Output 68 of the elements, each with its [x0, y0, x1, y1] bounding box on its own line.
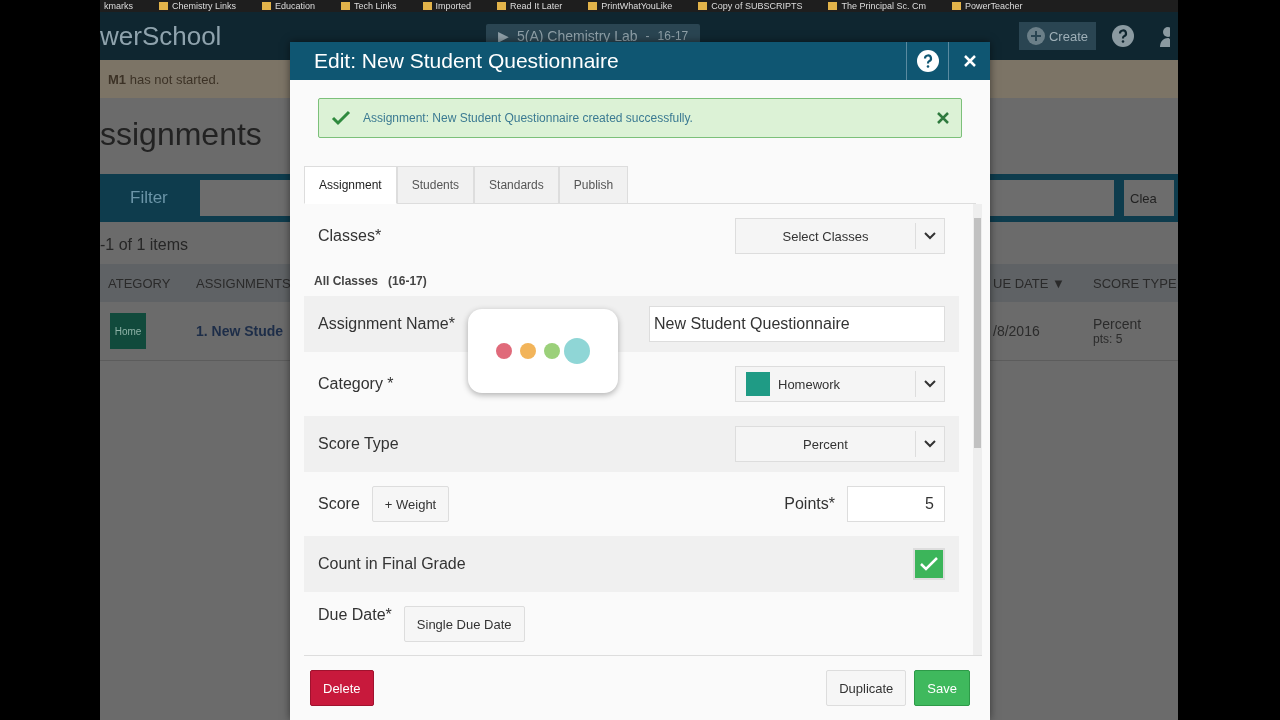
checkbox[interactable] [913, 548, 945, 580]
checkmark-icon [920, 557, 938, 571]
points-label: Points* [784, 495, 835, 513]
field-label: Due Date* [318, 606, 392, 624]
app-brand: werSchool [100, 20, 223, 52]
field-label: Assignment Name* [318, 315, 455, 333]
due-date: /8/2016 [993, 323, 1041, 339]
bookmark[interactable]: Chemistry Links [159, 1, 236, 11]
alert-message: Assignment: New Student Questionnaire created successfully. [363, 111, 694, 125]
folder-icon [497, 2, 507, 10]
chevron-down-icon [924, 380, 936, 388]
dialog-title: Edit: New Student Questionnaire [313, 49, 620, 73]
duplicate-button[interactable]: Duplicate [826, 670, 907, 706]
folder-icon [159, 2, 168, 10]
checkmark-icon [331, 110, 351, 126]
due-date-button[interactable]: Single Due Date [403, 606, 525, 642]
classes-note: All Classes [314, 274, 379, 288]
folder-icon [698, 2, 708, 10]
help-icon[interactable] [1112, 25, 1134, 47]
field-label: Classes* [318, 227, 382, 245]
folder-icon [828, 2, 838, 10]
tab[interactable]: Students [396, 166, 475, 204]
bookmark[interactable]: Read It Later [497, 1, 563, 11]
tab[interactable]: Publish [558, 166, 629, 204]
chevron-down-icon [924, 232, 936, 240]
assignment-name-field[interactable]: New Student Questionnaire [649, 306, 945, 342]
folder-icon [262, 2, 271, 10]
weight-button[interactable]: + Weight [371, 486, 450, 522]
create-button[interactable]: Create [1018, 22, 1096, 50]
bookmark[interactable]: kmarks [104, 1, 133, 11]
help-icon [916, 50, 939, 72]
chevron-down-icon [924, 440, 936, 448]
folder-icon [422, 2, 432, 10]
scrollbar[interactable] [973, 204, 982, 655]
folder-icon [951, 2, 961, 10]
close-icon[interactable] [937, 112, 949, 124]
notice-text: M1 has not started. [108, 71, 220, 87]
folder-icon [341, 2, 351, 10]
delete-button[interactable]: Delete [310, 670, 374, 706]
bookmark[interactable]: Copy of SUBSCRIPTS [698, 1, 803, 11]
select-dropdown[interactable]: Homework [735, 366, 945, 402]
filter-toggle[interactable]: Filter [104, 188, 190, 208]
bookmark[interactable]: PrintWhatYouLike [588, 1, 673, 11]
page-title: ssignments [100, 115, 262, 154]
tab[interactable]: Assignment [304, 166, 397, 204]
bookmark[interactable]: The Principal Sc. Cm [828, 1, 926, 11]
term-note: (16-17) [388, 274, 427, 288]
bookmark[interactable]: Tech Links [341, 1, 397, 11]
close-icon [962, 54, 977, 68]
bookmark[interactable]: Imported [422, 1, 472, 11]
items-count: -1 of 1 items [100, 235, 189, 255]
field-label: Score Type [318, 435, 399, 453]
points-text: pts: 5 [1093, 332, 1124, 346]
tab[interactable]: Standards [474, 166, 559, 204]
points-field[interactable]: 5 [847, 486, 945, 522]
category-tag: Home [110, 313, 146, 349]
plus-icon [1026, 27, 1045, 45]
score-type: Percent [1093, 316, 1143, 332]
field-label: Count in Final Grade [318, 555, 466, 573]
folder-icon [588, 2, 598, 10]
bookmark[interactable]: PowerTeacher [951, 1, 1023, 11]
loading-dots-icon [495, 337, 591, 365]
field-label: Category * [318, 375, 394, 393]
user-icon[interactable] [1158, 25, 1170, 47]
select-dropdown[interactable]: Select Classes [735, 218, 945, 254]
bookmark[interactable]: Education [262, 1, 316, 11]
select-dropdown[interactable]: Percent [735, 426, 945, 462]
field-label: Score [318, 495, 360, 513]
